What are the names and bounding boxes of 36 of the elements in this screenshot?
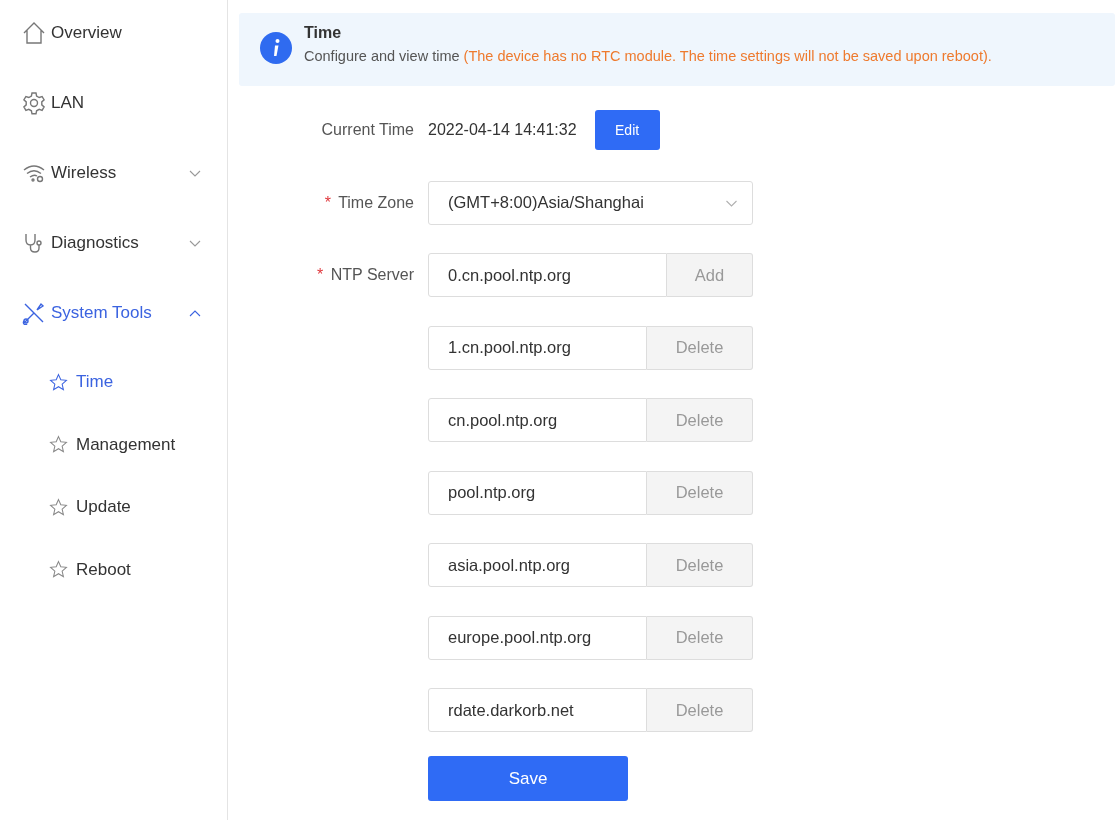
sidebar-subitem[interactable]: Time	[0, 364, 227, 400]
star-icon	[49, 372, 68, 392]
sidebar-subitem[interactable]: Update	[0, 489, 227, 525]
star-icon	[49, 560, 68, 579]
star-icon	[49, 435, 68, 454]
field-label: Current Time	[321, 121, 414, 138]
info-icon	[260, 32, 292, 64]
field-label: Time Zone	[338, 193, 414, 211]
tools-icon	[22, 301, 46, 325]
ntp-server-field[interactable]: 0.cn.pool.ntp.org	[428, 253, 667, 297]
sidebar-item[interactable]: System Tools	[0, 294, 227, 332]
banner-text: Configure and view time (The device has no RTC module. The time settings will not be saved upon reboot).	[304, 48, 992, 64]
ntp-server-field[interactable]: europe.pool.ntp.org	[428, 615, 647, 660]
sidebar-item[interactable]: LAN	[0, 84, 227, 122]
ntp-server-field[interactable]: cn.pool.ntp.org	[428, 398, 647, 442]
sidebar-subitem[interactable]: Reboot	[0, 551, 227, 588]
house-icon	[22, 21, 46, 45]
edit-button[interactable]: Edit	[594, 110, 660, 150]
ntp-server-field[interactable]: asia.pool.ntp.org	[428, 543, 647, 587]
chevron-icon	[725, 198, 738, 207]
ntp-server-field[interactable]: 1.cn.pool.ntp.org	[428, 325, 647, 370]
gear-icon	[22, 91, 46, 115]
field-label: NTP Server	[330, 266, 414, 283]
ntp-server-field[interactable]: rdate.darkorb.net	[428, 688, 647, 732]
banner-title: Time	[304, 24, 343, 42]
ntp-server-field[interactable]: pool.ntp.org	[428, 470, 647, 515]
sidebar-item[interactable]: Wireless	[0, 154, 227, 192]
star-icon	[49, 497, 68, 517]
time-zone-select[interactable]: (GMT+8:00)Asia/Shanghai	[428, 180, 753, 225]
required-mark: *	[324, 193, 331, 211]
save-button[interactable]: Save	[428, 756, 628, 801]
sidebar-item[interactable]: Overview	[0, 14, 227, 52]
sidebar-item[interactable]: Diagnostics	[0, 224, 227, 262]
sidebar-subitem[interactable]: Management	[0, 426, 227, 463]
current-time-value: 2022-04-14 14:41:32	[428, 121, 577, 139]
required-mark: *	[317, 266, 324, 283]
